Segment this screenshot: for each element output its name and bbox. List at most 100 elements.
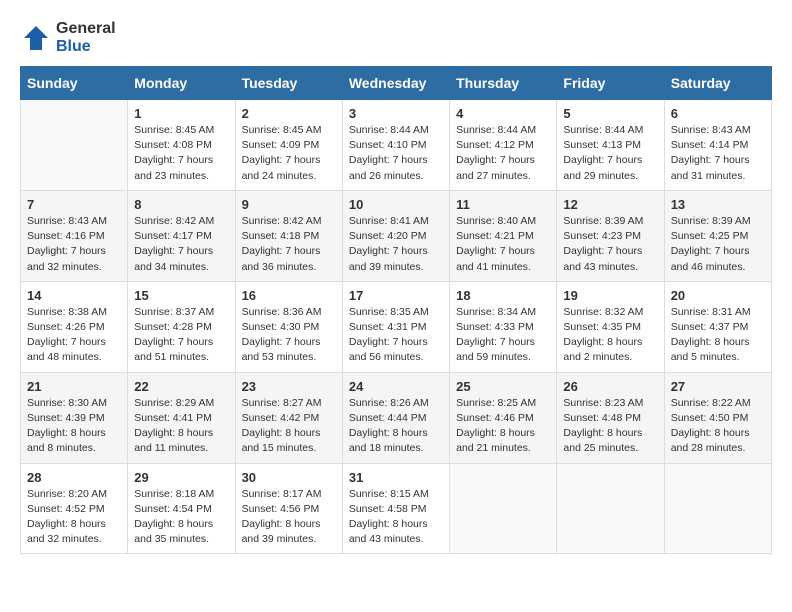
day-cell: 27 Sunrise: 8:22 AM Sunset: 4:50 PM Dayli… [664, 372, 771, 463]
day-cell: 18 Sunrise: 8:34 AM Sunset: 4:33 PM Dayli… [450, 281, 557, 372]
header-day-friday: Friday [557, 67, 664, 100]
day-cell: 24 Sunrise: 8:26 AM Sunset: 4:44 PM Dayli… [342, 372, 449, 463]
day-number: 14 [27, 288, 121, 303]
day-cell: 13 Sunrise: 8:39 AM Sunset: 4:25 PM Dayli… [664, 190, 771, 281]
day-number: 21 [27, 379, 121, 394]
week-row-1: 1 Sunrise: 8:45 AM Sunset: 4:08 PM Daylig… [21, 100, 772, 191]
day-cell: 3Sunrise: 8:44 AM Sunset: 4:10 PM Daylig… [342, 100, 449, 191]
day-number: 5 [563, 106, 657, 121]
day-number: 31 [349, 470, 443, 485]
day-cell: 5 Sunrise: 8:44 AM Sunset: 4:13 PM Daylig… [557, 100, 664, 191]
day-cell: 11 Sunrise: 8:40 AM Sunset: 4:21 PM Dayli… [450, 190, 557, 281]
day-cell: 28 Sunrise: 8:20 AM Sunset: 4:52 PM Dayli… [21, 463, 128, 554]
day-cell: 30 Sunrise: 8:17 AM Sunset: 4:56 PM Dayli… [235, 463, 342, 554]
day-number: 13 [671, 197, 765, 212]
day-number: 22 [134, 379, 228, 394]
day-cell: 19 Sunrise: 8:32 AM Sunset: 4:35 PM Dayli… [557, 281, 664, 372]
day-cell [21, 100, 128, 191]
day-cell: 16 Sunrise: 8:36 AM Sunset: 4:30 PM Dayli… [235, 281, 342, 372]
header-day-tuesday: Tuesday [235, 67, 342, 100]
day-cell: 4 Sunrise: 8:44 AM Sunset: 4:12 PM Daylig… [450, 100, 557, 191]
day-cell: 25 Sunrise: 8:25 AM Sunset: 4:46 PM Dayli… [450, 372, 557, 463]
day-info: Sunrise: 8:39 AM Sunset: 4:25 PM Dayligh… [671, 214, 765, 275]
header-day-saturday: Saturday [664, 67, 771, 100]
day-number: 3 [349, 106, 443, 121]
header-day-monday: Monday [128, 67, 235, 100]
day-info: Sunrise: 8:44 AM Sunset: 4:13 PM Dayligh… [563, 123, 657, 184]
logo-bird-icon [20, 22, 52, 54]
day-info: Sunrise: 8:23 AM Sunset: 4:48 PM Dayligh… [563, 396, 657, 457]
day-cell: 7 Sunrise: 8:43 AM Sunset: 4:16 PM Daylig… [21, 190, 128, 281]
day-cell [557, 463, 664, 554]
day-number: 15 [134, 288, 228, 303]
day-cell: 2Sunrise: 8:45 AM Sunset: 4:09 PM Daylig… [235, 100, 342, 191]
day-cell: 17 Sunrise: 8:35 AM Sunset: 4:31 PM Dayli… [342, 281, 449, 372]
day-number: 1 [134, 106, 228, 121]
calendar-table: SundayMondayTuesdayWednesdayThursdayFrid… [20, 66, 772, 554]
day-info: Sunrise: 8:43 AM Sunset: 4:14 PM Dayligh… [671, 123, 765, 184]
day-info: Sunrise: 8:41 AM Sunset: 4:20 PM Dayligh… [349, 214, 443, 275]
day-number: 8 [134, 197, 228, 212]
day-number: 30 [242, 470, 336, 485]
day-number: 10 [349, 197, 443, 212]
day-number: 19 [563, 288, 657, 303]
day-info: Sunrise: 8:39 AM Sunset: 4:23 PM Dayligh… [563, 214, 657, 275]
day-number: 18 [456, 288, 550, 303]
day-info: Sunrise: 8:36 AM Sunset: 4:30 PM Dayligh… [242, 305, 336, 366]
day-number: 6 [671, 106, 765, 121]
day-info: Sunrise: 8:42 AM Sunset: 4:17 PM Dayligh… [134, 214, 228, 275]
day-number: 24 [349, 379, 443, 394]
day-number: 16 [242, 288, 336, 303]
day-number: 27 [671, 379, 765, 394]
day-info: Sunrise: 8:17 AM Sunset: 4:56 PM Dayligh… [242, 487, 336, 548]
day-info: Sunrise: 8:31 AM Sunset: 4:37 PM Dayligh… [671, 305, 765, 366]
header-day-thursday: Thursday [450, 67, 557, 100]
day-info: Sunrise: 8:42 AM Sunset: 4:18 PM Dayligh… [242, 214, 336, 275]
day-info: Sunrise: 8:32 AM Sunset: 4:35 PM Dayligh… [563, 305, 657, 366]
day-info: Sunrise: 8:25 AM Sunset: 4:46 PM Dayligh… [456, 396, 550, 457]
day-number: 4 [456, 106, 550, 121]
day-info: Sunrise: 8:35 AM Sunset: 4:31 PM Dayligh… [349, 305, 443, 366]
day-cell: 1 Sunrise: 8:45 AM Sunset: 4:08 PM Daylig… [128, 100, 235, 191]
day-info: Sunrise: 8:22 AM Sunset: 4:50 PM Dayligh… [671, 396, 765, 457]
day-info: Sunrise: 8:43 AM Sunset: 4:16 PM Dayligh… [27, 214, 121, 275]
calendar-header-row: SundayMondayTuesdayWednesdayThursdayFrid… [21, 67, 772, 100]
day-number: 11 [456, 197, 550, 212]
day-number: 25 [456, 379, 550, 394]
day-cell [664, 463, 771, 554]
day-info: Sunrise: 8:45 AM Sunset: 4:08 PM Dayligh… [134, 123, 228, 184]
day-info: Sunrise: 8:26 AM Sunset: 4:44 PM Dayligh… [349, 396, 443, 457]
week-row-5: 28 Sunrise: 8:20 AM Sunset: 4:52 PM Dayli… [21, 463, 772, 554]
week-row-2: 7 Sunrise: 8:43 AM Sunset: 4:16 PM Daylig… [21, 190, 772, 281]
day-number: 28 [27, 470, 121, 485]
day-number: 26 [563, 379, 657, 394]
day-number: 20 [671, 288, 765, 303]
day-cell: 9 Sunrise: 8:42 AM Sunset: 4:18 PM Daylig… [235, 190, 342, 281]
week-row-4: 21 Sunrise: 8:30 AM Sunset: 4:39 PM Dayli… [21, 372, 772, 463]
day-number: 29 [134, 470, 228, 485]
day-cell: 23Sunrise: 8:27 AM Sunset: 4:42 PM Dayli… [235, 372, 342, 463]
day-cell: 20 Sunrise: 8:31 AM Sunset: 4:37 PM Dayli… [664, 281, 771, 372]
day-info: Sunrise: 8:18 AM Sunset: 4:54 PM Dayligh… [134, 487, 228, 548]
day-info: Sunrise: 8:44 AM Sunset: 4:12 PM Dayligh… [456, 123, 550, 184]
day-cell: 31Sunrise: 8:15 AM Sunset: 4:58 PM Dayli… [342, 463, 449, 554]
logo: GeneralBlue [20, 20, 116, 56]
header-day-sunday: Sunday [21, 67, 128, 100]
day-number: 17 [349, 288, 443, 303]
day-number: 9 [242, 197, 336, 212]
day-number: 23 [242, 379, 336, 394]
day-info: Sunrise: 8:40 AM Sunset: 4:21 PM Dayligh… [456, 214, 550, 275]
day-number: 7 [27, 197, 121, 212]
page-header: GeneralBlue [20, 20, 772, 56]
day-cell: 6 Sunrise: 8:43 AM Sunset: 4:14 PM Daylig… [664, 100, 771, 191]
day-info: Sunrise: 8:34 AM Sunset: 4:33 PM Dayligh… [456, 305, 550, 366]
day-cell [450, 463, 557, 554]
day-info: Sunrise: 8:20 AM Sunset: 4:52 PM Dayligh… [27, 487, 121, 548]
header-day-wednesday: Wednesday [342, 67, 449, 100]
day-number: 12 [563, 197, 657, 212]
day-info: Sunrise: 8:29 AM Sunset: 4:41 PM Dayligh… [134, 396, 228, 457]
day-info: Sunrise: 8:45 AM Sunset: 4:09 PM Dayligh… [242, 123, 336, 184]
day-cell: 14Sunrise: 8:38 AM Sunset: 4:26 PM Dayli… [21, 281, 128, 372]
day-info: Sunrise: 8:30 AM Sunset: 4:39 PM Dayligh… [27, 396, 121, 457]
day-cell: 26 Sunrise: 8:23 AM Sunset: 4:48 PM Dayli… [557, 372, 664, 463]
